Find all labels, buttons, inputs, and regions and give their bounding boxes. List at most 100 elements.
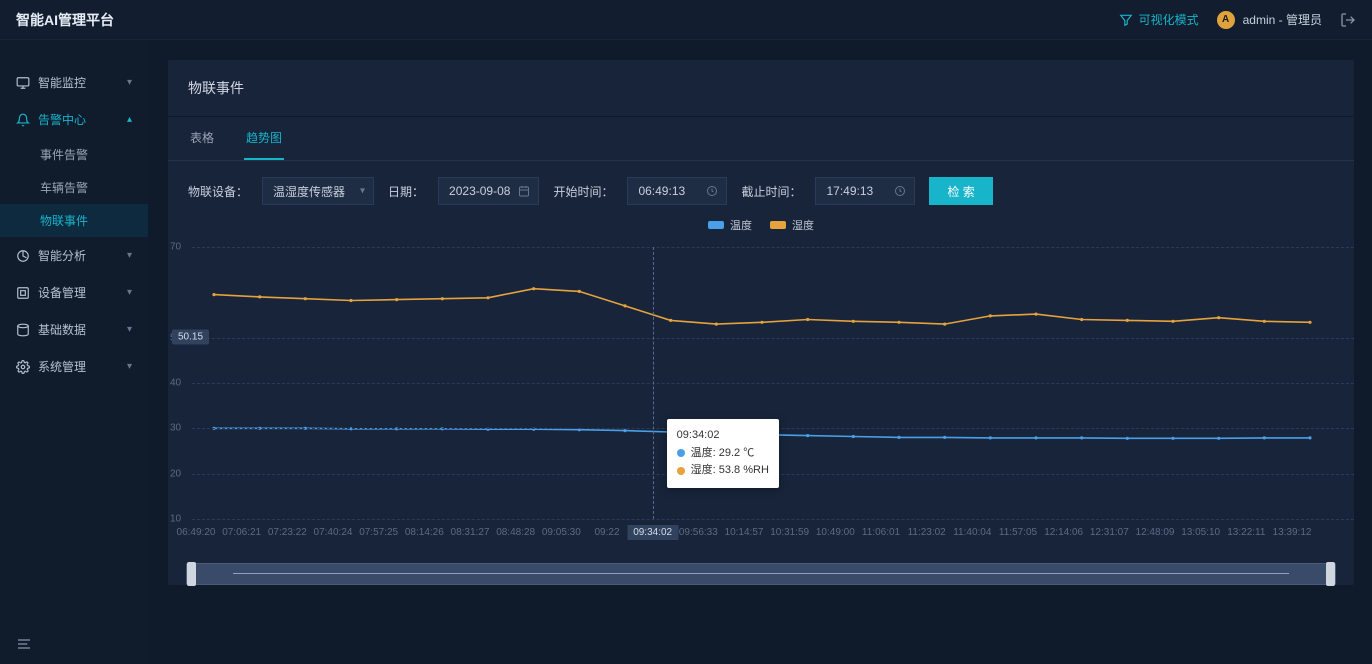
crosshair [653, 247, 654, 519]
legend-label: 温度 [730, 217, 752, 233]
time-range-slider[interactable] [186, 563, 1336, 585]
start-label: 开始时间： [553, 183, 613, 200]
y-tick: 70 [170, 242, 181, 253]
x-tick: 13:22:11 [1227, 527, 1265, 538]
legend-swatch [770, 221, 786, 229]
end-time-input[interactable]: 17:49:13 [815, 177, 915, 205]
calendar-icon [518, 185, 530, 197]
sidebar-sub-iot-event[interactable]: 物联事件 [0, 204, 148, 237]
grid-line [192, 338, 1354, 339]
sidebar-item-label: 系统管理 [38, 358, 86, 375]
sidebar-item-system[interactable]: 系统管理 ▾ [0, 348, 148, 385]
chart-icon [16, 249, 30, 263]
x-tick: 12:31:07 [1090, 527, 1129, 538]
sidebar-item-analysis[interactable]: 智能分析 ▾ [0, 237, 148, 274]
legend-label: 湿度 [792, 217, 814, 233]
x-tick: 08:31:27 [451, 527, 490, 538]
x-tick: 11:23:02 [908, 527, 946, 538]
filter-icon [1119, 13, 1133, 27]
x-tick: 10:14:57 [725, 527, 764, 538]
filter-bar: 物联设备： 温湿度传感器 ▾ 日期： 2023-09-08 开始时间： 06:4… [168, 161, 1354, 213]
y-tick: 20 [170, 468, 181, 479]
chevron-down-icon: ▾ [360, 186, 365, 197]
user-menu[interactable]: A admin - 管理员 [1217, 11, 1322, 29]
slider-preview [233, 573, 1289, 574]
x-tick: 13:05:10 [1181, 527, 1220, 538]
date-label: 日期： [388, 183, 424, 200]
x-tick: 08:48:28 [496, 527, 535, 538]
mode-toggle-label: 可视化模式 [1139, 11, 1199, 28]
tabs: 表格 趋势图 [168, 117, 1354, 161]
database-icon [16, 323, 30, 337]
bell-icon [16, 113, 30, 127]
slider-handle-left[interactable] [187, 562, 196, 586]
device-select[interactable]: 温湿度传感器 ▾ [262, 177, 374, 205]
x-crosshair-badge: 09:34:02 [627, 525, 678, 540]
gear-icon [16, 360, 30, 374]
sidebar-item-monitor[interactable]: 智能监控 ▾ [0, 64, 148, 101]
x-tick: 07:23:22 [268, 527, 307, 538]
sidebar-item-label: 告警中心 [38, 111, 86, 128]
x-tick: 09:05:30 [542, 527, 581, 538]
tooltip-row: 湿度: 53.8 %RH [677, 462, 769, 480]
slider-handle-right[interactable] [1326, 562, 1335, 586]
device-value: 温湿度传感器 [273, 183, 345, 200]
y-tick: 10 [170, 514, 181, 525]
tooltip-row: 温度: 29.2 ℃ [677, 445, 769, 463]
grid-line [192, 383, 1354, 384]
start-value: 06:49:13 [638, 184, 685, 198]
sidebar-item-data[interactable]: 基础数据 ▾ [0, 311, 148, 348]
legend-item-temperature[interactable]: 温度 [708, 217, 752, 233]
device-label: 物联设备： [188, 183, 248, 200]
date-input[interactable]: 2023-09-08 [438, 177, 539, 205]
main-content: 物联事件 表格 趋势图 物联设备： 温湿度传感器 ▾ 日期： 2023-09-0… [148, 40, 1372, 664]
content-panel: 物联事件 表格 趋势图 物联设备： 温湿度传感器 ▾ 日期： 2023-09-0… [168, 60, 1354, 585]
end-label: 截止时间： [741, 183, 801, 200]
tab-trend[interactable]: 趋势图 [244, 117, 284, 160]
x-tick: 09:56:33 [679, 527, 718, 538]
sidebar-collapse-toggle[interactable] [0, 624, 148, 664]
x-tick: 07:57:25 [359, 527, 398, 538]
device-icon [16, 286, 30, 300]
chevron-down-icon: ▾ [127, 77, 132, 88]
chevron-down-icon: ▾ [127, 361, 132, 372]
tooltip-time: 09:34:02 [677, 427, 769, 445]
start-time-input[interactable]: 06:49:13 [627, 177, 727, 205]
y-tick: 40 [170, 378, 181, 389]
app-header: 智能AI管理平台 可视化模式 A admin - 管理员 [0, 0, 1372, 40]
chevron-up-icon: ▴ [127, 114, 132, 125]
app-title: 智能AI管理平台 [16, 10, 114, 30]
search-button[interactable]: 检 索 [929, 177, 992, 205]
y-tick: 30 [170, 423, 181, 434]
sidebar-item-label: 智能监控 [38, 74, 86, 91]
grid-line [192, 519, 1354, 520]
legend-swatch [708, 221, 724, 229]
visual-mode-toggle[interactable]: 可视化模式 [1119, 11, 1199, 28]
x-tick: 07:40:24 [314, 527, 353, 538]
x-tick: 09:22 [594, 527, 619, 538]
chevron-down-icon: ▾ [127, 324, 132, 335]
header-right: 可视化模式 A admin - 管理员 [1119, 11, 1356, 29]
sidebar-item-label: 基础数据 [38, 321, 86, 338]
avatar: A [1217, 11, 1235, 29]
tab-table[interactable]: 表格 [188, 117, 216, 160]
sidebar-sub-event-alarm[interactable]: 事件告警 [0, 138, 148, 171]
x-tick: 12:14:06 [1044, 527, 1083, 538]
x-tick: 10:31:59 [770, 527, 809, 538]
logout-icon[interactable] [1340, 12, 1356, 28]
legend-item-humidity[interactable]: 湿度 [770, 217, 814, 233]
x-tick: 10:49:00 [816, 527, 855, 538]
sidebar-sub-vehicle-alarm[interactable]: 车辆告警 [0, 171, 148, 204]
sidebar-item-label: 智能分析 [38, 247, 86, 264]
monitor-icon [16, 76, 30, 90]
grid-line [192, 247, 1354, 248]
x-tick: 13:39:12 [1273, 527, 1312, 538]
sidebar-item-device[interactable]: 设备管理 ▾ [0, 274, 148, 311]
user-role: 管理员 [1286, 13, 1322, 27]
x-tick: 12:48:09 [1136, 527, 1175, 538]
chart-area[interactable]: 10203040507006:49:2007:06:2107:23:2207:4… [168, 243, 1354, 543]
sidebar-item-alarm[interactable]: 告警中心 ▴ [0, 101, 148, 138]
page-title: 物联事件 [168, 60, 1354, 117]
x-tick: 06:49:20 [177, 527, 216, 538]
x-tick: 08:14:26 [405, 527, 444, 538]
